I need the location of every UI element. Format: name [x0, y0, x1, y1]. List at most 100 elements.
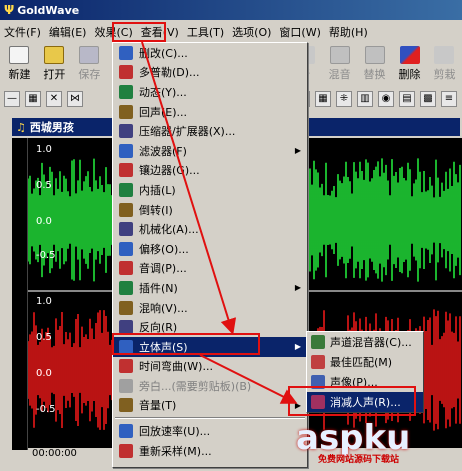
effects-menu-item-label: 多普勒(D)...	[139, 66, 200, 80]
pattern-icon[interactable]: ▩	[420, 91, 436, 107]
submenu-arrow-icon: ▶	[294, 146, 301, 156]
minus-icon[interactable]: —	[4, 91, 20, 107]
marker-icon[interactable]: ⋈	[67, 91, 83, 107]
effects-menu-item-label: 滤波器(F)	[139, 144, 187, 158]
delete-button-label: 删除	[398, 68, 421, 81]
time-warp-icon	[119, 359, 133, 374]
menu-edit[interactable]: 编辑(E)	[45, 24, 91, 40]
stereo-submenu-item-label: 最佳匹配(M)	[330, 356, 393, 369]
effects-menu-item[interactable]: 删改(C)...	[113, 43, 307, 63]
submenu-arrow-icon: ▶	[294, 342, 301, 352]
watermark-subtext: 免费网站源码下载站	[318, 455, 400, 465]
effects-menu-highlight-box	[112, 22, 166, 42]
wave-label-bottom-4: -0.5	[36, 404, 56, 415]
stereo-submenu-item[interactable]: 最佳匹配(M)	[307, 352, 423, 372]
effects-menu-item[interactable]: 内插(L)	[113, 180, 307, 200]
effects-menu-item[interactable]: 旁白...(需要剪贴板)(B)	[113, 376, 307, 396]
plugin-icon	[119, 280, 133, 295]
effects-menu-item[interactable]: 镶边器(G)...	[113, 161, 307, 181]
new-button[interactable]: 新建	[2, 44, 37, 84]
effects-menu-item[interactable]: 时间弯曲(W)...	[113, 357, 307, 377]
volume-icon	[119, 398, 133, 413]
tile-icon[interactable]: ▦	[315, 91, 331, 107]
delete-icon	[399, 46, 420, 64]
trim-button[interactable]: 剪栽	[427, 44, 462, 84]
wave-label-bottom-1: 1.0	[36, 296, 52, 307]
save-icon	[79, 46, 100, 64]
effects-menu-item-label: 镶边器(G)...	[139, 164, 200, 178]
eye-icon[interactable]: ◉	[378, 91, 394, 107]
grid-icon[interactable]: ▦	[25, 91, 41, 107]
replace-button[interactable]: 替换	[357, 44, 392, 84]
effects-menu-item[interactable]: 回放速率(U)...	[113, 421, 307, 441]
effects-menu-item[interactable]: 插件(N) ▶	[113, 278, 307, 298]
voice-over-icon	[119, 378, 133, 393]
effects-menu-item[interactable]: 压缩器/扩展器(X)...	[113, 121, 307, 141]
mix-button[interactable]: 混音	[322, 44, 357, 84]
effects-menu-item[interactable]: 回声(E)...	[113, 102, 307, 122]
mix-button-label: 混音	[328, 68, 351, 81]
effects-menu-item-label: 回放速率(U)...	[139, 425, 211, 439]
menu-file[interactable]: 文件(F)	[0, 24, 45, 40]
layers-icon[interactable]: ▤	[399, 91, 415, 107]
effects-menu-item-label: 音量(T)	[139, 399, 177, 413]
open-folder-icon	[44, 46, 65, 64]
effects-menu-item-label: 重新采样(M)...	[139, 444, 212, 458]
doppler-icon	[119, 65, 133, 80]
wave-label-top-2: 0.5	[36, 180, 52, 191]
effects-menu-item-label: 混响(V)...	[139, 301, 188, 315]
effects-menu-item-label: 压缩器/扩展器(X)...	[139, 125, 236, 139]
effects-menu-item-label: 删改(C)...	[139, 46, 188, 60]
reverse-icon	[119, 320, 133, 335]
match-icon	[311, 355, 325, 369]
menu-help[interactable]: 帮助(H)	[325, 24, 372, 40]
wave-label-bottom-3: 0.0	[36, 368, 52, 379]
effects-menu-item[interactable]: 机械化(A)...	[113, 219, 307, 239]
dynamics-icon	[119, 84, 133, 99]
new-button-label: 新建	[8, 68, 31, 81]
channel-mixer-icon	[311, 335, 325, 349]
menu-tools[interactable]: 工具(T)	[183, 24, 228, 40]
effects-menu-item[interactable]: 滤波器(F) ▶	[113, 141, 307, 161]
menu-options[interactable]: 选项(O)	[228, 24, 275, 40]
effects-menu-item[interactable]: 音调(P)...	[113, 259, 307, 279]
effects-menu-item-label: 内插(L)	[139, 183, 176, 197]
effects-menu-item[interactable]: 混响(V)...	[113, 298, 307, 318]
mechanize-icon	[119, 222, 133, 237]
stereo-highlight-box	[112, 333, 260, 355]
cross-icon[interactable]: ✕	[46, 91, 62, 107]
app-title: GoldWave	[17, 3, 80, 17]
submenu-arrow-icon: ▶	[294, 283, 301, 293]
effects-menu-item-label: 插件(N)	[139, 281, 178, 295]
menu-window[interactable]: 窗口(W)	[275, 24, 324, 40]
bars-icon[interactable]: ▥	[357, 91, 373, 107]
cut-icon	[119, 45, 133, 60]
open-button[interactable]: 打开	[37, 44, 72, 84]
effects-menu-item[interactable]: 重新采样(M)...	[113, 441, 307, 461]
save-button[interactable]: 保存	[72, 44, 107, 84]
document-title: 西城男孩	[29, 121, 74, 134]
menu-separator	[115, 417, 305, 420]
interpolate-icon	[119, 182, 133, 197]
effects-menu-item[interactable]: 偏移(O)...	[113, 239, 307, 259]
menu-bar: 文件(F) 编辑(E) 效果(C) 查看(V) 工具(T) 选项(O) 窗口(W…	[0, 22, 462, 42]
effects-menu-item[interactable]: 动态(Y)...	[113, 82, 307, 102]
reverb-icon	[119, 300, 133, 315]
stack-icon[interactable]: ≡	[441, 91, 457, 107]
effects-menu-item[interactable]: 多普勒(D)...	[113, 63, 307, 83]
replace-icon	[364, 46, 385, 64]
effects-menu-item[interactable]: 音量(T) ▶	[113, 396, 307, 416]
wave-label-top-4: -0.5	[36, 250, 56, 261]
wave-label-top-1: 1.0	[36, 144, 52, 155]
wave-label-bottom-2: 0.5	[36, 332, 52, 343]
effects-menu-item-label: 偏移(O)...	[139, 242, 189, 256]
effects-menu-item[interactable]: 倒转(I)	[113, 200, 307, 220]
stereo-submenu-item[interactable]: 声道混音器(C)...	[307, 332, 423, 352]
effects-menu-item-label: 倒转(I)	[139, 203, 173, 217]
effects-menu-item-label: 回声(E)...	[139, 105, 188, 119]
effects-menu-item-label: 动态(Y)...	[139, 85, 187, 99]
shuffle-icon[interactable]: ⁜	[336, 91, 352, 107]
echo-icon	[119, 104, 133, 119]
pitch-icon	[119, 261, 133, 276]
delete-button[interactable]: 删除	[392, 44, 427, 84]
